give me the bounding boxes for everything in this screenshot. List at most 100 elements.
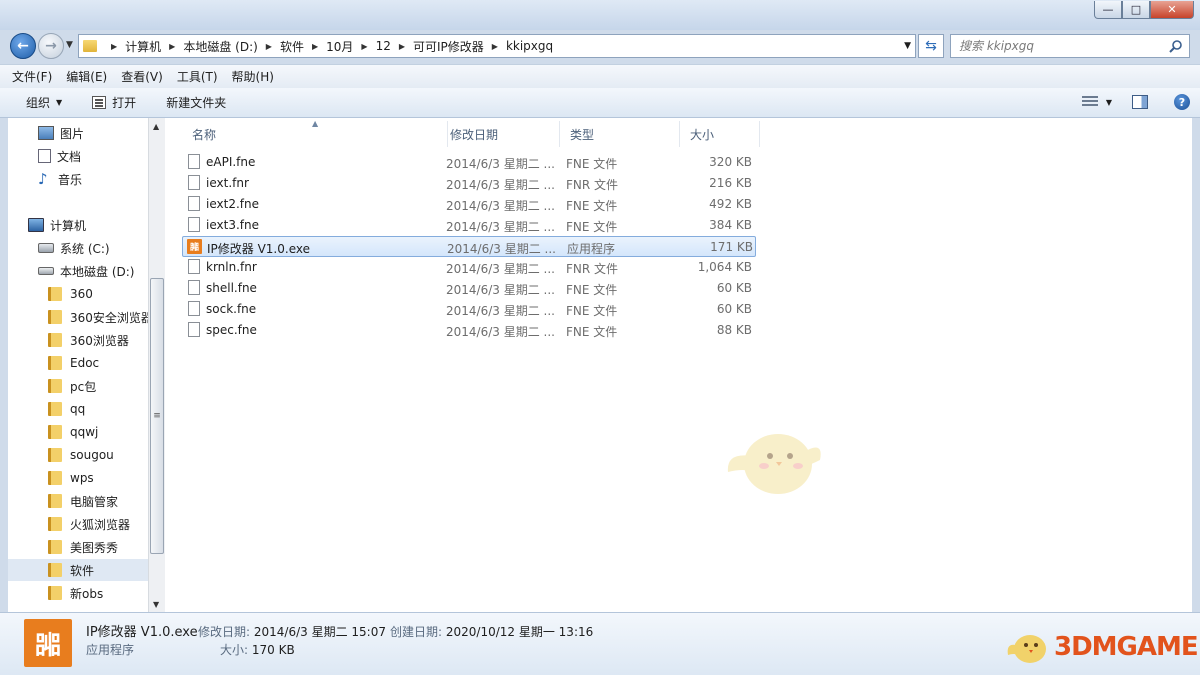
application-icon: 嘂 [24, 619, 72, 667]
file-row[interactable]: krnln.fnr 2014/6/3 星期二 ... FNR 文件 1,064 KB [182, 257, 756, 278]
breadcrumb-item[interactable]: 计算机 [125, 38, 161, 55]
file-row[interactable]: iext2.fne 2014/6/3 星期二 ... FNE 文件 492 KB [182, 194, 756, 215]
address-bar[interactable]: ▶ 计算机 ▶ 本地磁盘 (D:) ▶ 软件 ▶ 10月 ▶ 12 ▶ 可可IP修改器 ▶ kkipxgq… [78, 34, 916, 58]
menu-item[interactable]: 查看(V) [121, 68, 163, 85]
sidebar-item[interactable]: wps [48, 467, 94, 489]
sidebar-item[interactable]: 电脑管家 [48, 490, 118, 512]
menu-item[interactable]: 编辑(E) [66, 68, 107, 85]
forward-button[interactable]: → [38, 33, 64, 59]
breadcrumb-item[interactable]: 可可IP修改器 [413, 38, 484, 55]
change-view-icon[interactable] [1081, 96, 1098, 108]
recent-pages-dropdown-icon[interactable]: ▼ [66, 40, 73, 50]
help-icon[interactable]: ? [1174, 94, 1190, 110]
maximize-button[interactable]: □ [1122, 1, 1150, 19]
back-button[interactable]: ← [10, 33, 36, 59]
sidebar-item[interactable]: 文档 [38, 145, 81, 167]
sidebar-item-label: sougou [70, 448, 114, 462]
file-row[interactable]: spec.fne 2014/6/3 星期二 ... FNE 文件 88 KB [182, 320, 756, 341]
breadcrumb-item[interactable]: 本地磁盘 (D:) [183, 38, 257, 55]
sidebar-item-label: pc包 [70, 379, 97, 394]
file-row[interactable]: shell.fne 2014/6/3 星期二 ... FNE 文件 60 KB [182, 278, 756, 299]
file-row[interactable]: iext.fnr 2014/6/3 星期二 ... FNR 文件 216 KB [182, 173, 756, 194]
column-size-label: 大小 [690, 127, 715, 142]
refresh-button[interactable]: ⇆ [918, 34, 944, 58]
breadcrumb: ▶ 计算机 ▶ 本地磁盘 (D:) ▶ 软件 ▶ 10月 ▶ 12 ▶ 可可IP修改器 ▶ kkipxgq [103, 38, 553, 55]
file-row[interactable]: 嘂 IP修改器 V1.0.exe 2014/6/3 星期二 ... 应用程序 171 K… [182, 236, 756, 257]
sidebar-item[interactable]: 火狐浏览器 [48, 513, 130, 535]
breadcrumb-item[interactable]: 12 [376, 39, 391, 53]
new-folder-label: 新建文件夹 [166, 96, 227, 110]
sidebar-item[interactable]: 新obs [48, 582, 103, 604]
file-row[interactable]: eAPI.fne 2014/6/3 星期二 ... FNE 文件 320 KB [182, 152, 756, 173]
file-type: FNE 文件 [566, 283, 618, 297]
file-type: FNE 文件 [566, 304, 618, 318]
sidebar-item[interactable]: 360 [48, 283, 93, 305]
column-header-size[interactable]: 大小 [680, 121, 760, 147]
file-name: iext2.fne [206, 197, 259, 211]
menu-item[interactable]: 工具(T) [177, 68, 218, 85]
breadcrumb-separator-icon[interactable]: ▶ [361, 42, 367, 51]
navigation-pane: 图片文档 ♪ 音乐计算机 系统 (C:) 本地磁盘 (D:) 360 360安全浏览器 360… [8, 118, 148, 612]
sidebar-item[interactable]: 360安全浏览器 [48, 306, 148, 328]
column-header-type[interactable]: 类型 [560, 121, 680, 147]
new-folder-button[interactable]: 新建文件夹 [166, 94, 226, 111]
search-icon[interactable] [1169, 39, 1183, 53]
column-header-name[interactable]: 名称 ▲ [182, 119, 448, 147]
sidebar-item[interactable]: pc包 [48, 375, 96, 397]
column-header-date[interactable]: 修改日期 [440, 121, 560, 147]
sidebar-item[interactable]: 本地磁盘 (D:) [38, 260, 134, 282]
minimize-button[interactable]: — [1094, 1, 1122, 19]
breadcrumb-separator-icon[interactable]: ▶ [399, 42, 405, 51]
sidebar-item-label: 360安全浏览器 [70, 310, 148, 325]
mascot-watermark-icon [727, 434, 821, 494]
file-row[interactable]: iext3.fne 2014/6/3 星期二 ... FNE 文件 384 KB [182, 215, 756, 236]
menu-item[interactable]: 帮助(H) [232, 68, 274, 85]
file-name: iext.fnr [206, 176, 249, 190]
sidebar-item[interactable]: 美图秀秀 [48, 536, 118, 558]
sidebar-item[interactable]: 360浏览器 [48, 329, 129, 351]
view-options-dropdown-icon[interactable]: ▼ [1106, 98, 1112, 107]
breadcrumb-separator-icon[interactable]: ▶ [111, 42, 117, 51]
sidebar-item[interactable]: ♪ 音乐 [38, 168, 82, 190]
file-type: 应用程序 [567, 242, 616, 256]
preview-pane-icon[interactable] [1132, 95, 1148, 109]
sidebar-item[interactable]: qqwj [48, 421, 98, 443]
open-label: 打开 [112, 96, 137, 110]
sidebar-item[interactable]: 计算机 [28, 214, 86, 236]
file-size: 320 KB [709, 155, 752, 169]
breadcrumb-item[interactable]: kkipxgq [506, 39, 553, 53]
address-history-dropdown-icon[interactable]: ▼ [904, 41, 911, 51]
open-icon [92, 96, 107, 109]
file-type: FNR 文件 [566, 262, 619, 276]
scroll-down-icon[interactable]: ▼ [153, 600, 159, 609]
search-input[interactable] [959, 39, 1159, 53]
sidebar-item[interactable]: Edoc [48, 352, 99, 374]
sidebar-item-label: 图片 [60, 126, 85, 141]
breadcrumb-separator-icon[interactable]: ▶ [312, 42, 318, 51]
search-box[interactable] [950, 34, 1190, 58]
folder-icon [48, 287, 62, 301]
menu-item[interactable]: 文件(F) [12, 68, 52, 85]
scroll-up-icon[interactable]: ▲ [153, 122, 159, 131]
breadcrumb-item[interactable]: 10月 [326, 38, 353, 55]
sidebar-item[interactable]: 图片 [38, 122, 84, 144]
sidebar-item[interactable]: qq [48, 398, 85, 420]
organize-button[interactable]: 组织 ▼ [26, 94, 62, 111]
folder-icon [48, 471, 62, 485]
file-icon [188, 196, 200, 211]
sidebar-item[interactable]: sougou [48, 444, 114, 466]
breadcrumb-separator-icon[interactable]: ▶ [169, 42, 175, 51]
file-row[interactable]: sock.fne 2014/6/3 星期二 ... FNE 文件 60 KB [182, 299, 756, 320]
created-label: 创建日期: [390, 625, 443, 639]
navigation-scrollbar[interactable]: ▲ ≡ ▼ [148, 118, 165, 612]
sidebar-item[interactable]: 系统 (C:) [38, 237, 110, 259]
breadcrumb-item[interactable]: 软件 [280, 38, 304, 55]
breadcrumb-separator-icon[interactable]: ▶ [266, 42, 272, 51]
close-button[interactable]: ✕ [1150, 1, 1194, 19]
sidebar-item[interactable]: 软件 [8, 559, 148, 581]
file-date: 2014/6/3 星期二 ... [446, 283, 555, 297]
breadcrumb-separator-icon[interactable]: ▶ [492, 42, 498, 51]
file-icon [188, 301, 200, 316]
open-button[interactable]: 打开 [92, 94, 136, 111]
scroll-thumb[interactable]: ≡ [150, 278, 164, 554]
